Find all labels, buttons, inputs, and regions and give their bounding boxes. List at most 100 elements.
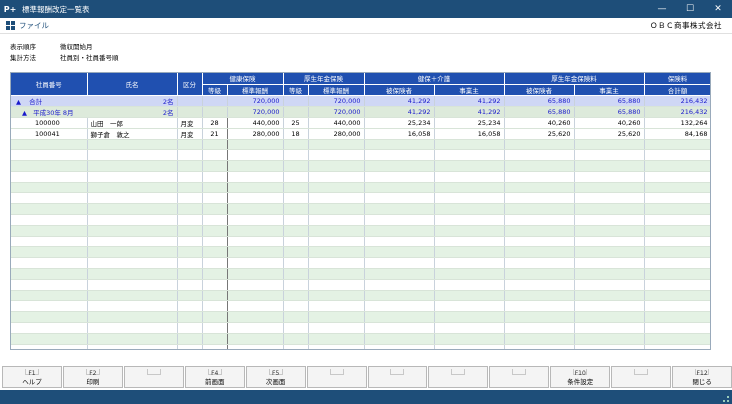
cell-pension-grade: 18 bbox=[283, 128, 309, 140]
header-health: 健康保険 bbox=[202, 73, 284, 85]
fkey-number bbox=[146, 369, 161, 375]
total-care-insured: 41,292 bbox=[364, 95, 435, 107]
cell-total-fee: 84,168 bbox=[644, 128, 710, 140]
fkey-number bbox=[390, 369, 405, 375]
total-total-fee: 216,432 bbox=[644, 95, 710, 107]
company-name: ＯＢＣ商事株式会社 bbox=[650, 21, 722, 30]
period-health-std: 720,000 bbox=[227, 106, 284, 118]
fkey-number bbox=[329, 369, 344, 375]
close-button[interactable]: ✕ bbox=[704, 0, 732, 18]
fkey-number: F5 bbox=[268, 369, 283, 377]
period-care-insured: 41,292 bbox=[364, 106, 435, 118]
fkey-number: F10 bbox=[573, 369, 588, 377]
cell-care-insured: 25,234 bbox=[364, 117, 435, 129]
empty-row bbox=[11, 171, 710, 183]
header-care-insured: 被保険者 bbox=[364, 84, 435, 96]
empty-row bbox=[11, 182, 710, 194]
status-bar bbox=[0, 390, 732, 404]
fkey-f1-button[interactable]: F1 ヘルプ bbox=[2, 366, 62, 388]
cell-health-std: 280,000 bbox=[227, 128, 284, 140]
cell-health-std: 440,000 bbox=[227, 117, 284, 129]
function-key-bar: F1 ヘルプ F2 印刷 F4 前画面 F5 次画面 F10 条件設定 F12 閉じる bbox=[0, 366, 732, 388]
fkey-number: F12 bbox=[695, 369, 710, 377]
period-row[interactable]: ▲ 平成30年 8月 2名 720,000 720,000 41,292 41,… bbox=[11, 106, 710, 118]
method-value: 社員別・社員番号順 bbox=[60, 54, 119, 62]
empty-row bbox=[11, 139, 710, 151]
fkey-blank-5[interactable] bbox=[306, 366, 367, 388]
resize-grip-icon[interactable] bbox=[723, 396, 729, 402]
empty-row bbox=[11, 214, 710, 226]
fkey-label: 次画面 bbox=[265, 378, 286, 386]
header-pension-std: 標準報酬 bbox=[308, 84, 365, 96]
total-row[interactable]: ▲ 合計 2名 720,000 720,000 41,292 41,292 65… bbox=[11, 95, 710, 107]
header-pension: 厚生年金保険 bbox=[283, 73, 365, 85]
cell-name: 山田 一郎 bbox=[87, 117, 178, 129]
empty-row bbox=[11, 290, 710, 302]
header-type[interactable]: 区分 bbox=[177, 73, 203, 96]
cell-pf-employer: 25,620 bbox=[574, 128, 645, 140]
empty-row bbox=[11, 203, 710, 216]
fkey-label: 前画面 bbox=[204, 378, 225, 386]
fkey-f5-button[interactable]: F5 次画面 bbox=[245, 366, 306, 388]
header-pension-grade: 等級 bbox=[283, 84, 309, 96]
cell-pension-grade: 25 bbox=[283, 117, 309, 129]
cell-emp-no: 100041 bbox=[11, 128, 88, 140]
title-bar: P+ 標準報酬改定一覧表 — ☐ ✕ bbox=[0, 0, 732, 18]
fkey-blank-8[interactable] bbox=[489, 366, 550, 388]
maximize-button[interactable]: ☐ bbox=[676, 0, 704, 18]
minimize-button[interactable]: — bbox=[648, 0, 676, 18]
collapse-icon[interactable]: ▲ bbox=[16, 98, 21, 106]
header-pension-fee: 厚生年金保険料 bbox=[504, 73, 645, 85]
total-pf-employer: 65,880 bbox=[574, 95, 645, 107]
period-care-employer: 41,292 bbox=[434, 106, 505, 118]
fkey-blank-6[interactable] bbox=[367, 366, 428, 388]
fkey-blank-2[interactable] bbox=[123, 366, 184, 388]
cell-pf-employer: 40,260 bbox=[574, 117, 645, 129]
period-pf-insured: 65,880 bbox=[504, 106, 575, 118]
fkey-label: 閉じる bbox=[692, 378, 712, 386]
fkey-label: ヘルプ bbox=[22, 378, 42, 386]
cell-total-fee: 132,264 bbox=[644, 117, 710, 129]
total-care-employer: 41,292 bbox=[434, 95, 505, 107]
revision-grid[interactable]: 社員番号 氏名 区分 健康保険 厚生年金保険 健保＋介護 厚生年金保険料 保険料… bbox=[10, 72, 711, 350]
header-health-grade: 等級 bbox=[202, 84, 228, 96]
header-pf-employer: 事業主 bbox=[574, 84, 645, 96]
grid-menu-icon[interactable] bbox=[6, 21, 15, 30]
empty-row bbox=[11, 322, 710, 334]
empty-row bbox=[11, 279, 710, 291]
cell-type: 月変 bbox=[177, 117, 203, 129]
empty-row bbox=[11, 246, 710, 259]
fkey-f10-button[interactable]: F10 条件設定 bbox=[550, 366, 611, 388]
cell-care-insured: 16,058 bbox=[364, 128, 435, 140]
cell-pf-insured: 40,260 bbox=[504, 117, 575, 129]
menu-file[interactable]: ファイル bbox=[19, 20, 49, 31]
empty-row bbox=[11, 225, 710, 237]
empty-row bbox=[11, 192, 710, 205]
report-conditions: 表示順序 徴収開始月 集計方法 社員別・社員番号順 bbox=[10, 42, 119, 64]
empty-row bbox=[11, 149, 710, 162]
fkey-number bbox=[634, 369, 649, 375]
fkey-blank-7[interactable] bbox=[428, 366, 489, 388]
total-label-cell: ▲ 合計 2名 bbox=[11, 95, 178, 107]
table-row[interactable]: 100000 山田 一郎 月変 28 440,000 25 440,000 25… bbox=[11, 117, 710, 129]
empty-row bbox=[11, 311, 710, 324]
empty-row bbox=[11, 257, 710, 270]
fkey-f4-button[interactable]: F4 前画面 bbox=[184, 366, 245, 388]
cell-pension-std: 280,000 bbox=[308, 128, 365, 140]
fkey-f12-button[interactable]: F12 閉じる bbox=[672, 366, 732, 388]
total-label: 合計 bbox=[29, 97, 43, 106]
fkey-number bbox=[512, 369, 527, 375]
header-emp-no[interactable]: 社員番号 bbox=[11, 73, 88, 96]
period-label-cell: ▲ 平成30年 8月 2名 bbox=[11, 106, 178, 118]
empty-row bbox=[11, 268, 710, 280]
revision-table: 社員番号 氏名 区分 健康保険 厚生年金保険 健保＋介護 厚生年金保険料 保険料… bbox=[11, 73, 710, 349]
cell-name: 獅子倉 敦之 bbox=[87, 128, 178, 140]
fkey-f2-button[interactable]: F2 印刷 bbox=[62, 366, 123, 388]
collapse-icon[interactable]: ▲ bbox=[22, 109, 27, 117]
period-label: 平成30年 8月 bbox=[33, 108, 74, 117]
total-health-std: 720,000 bbox=[227, 95, 284, 107]
header-name[interactable]: 氏名 bbox=[87, 73, 178, 96]
table-row[interactable]: 100041 獅子倉 敦之 月変 21 280,000 18 280,000 1… bbox=[11, 128, 710, 140]
cell-health-grade: 21 bbox=[202, 128, 228, 140]
fkey-blank-10[interactable] bbox=[611, 366, 672, 388]
